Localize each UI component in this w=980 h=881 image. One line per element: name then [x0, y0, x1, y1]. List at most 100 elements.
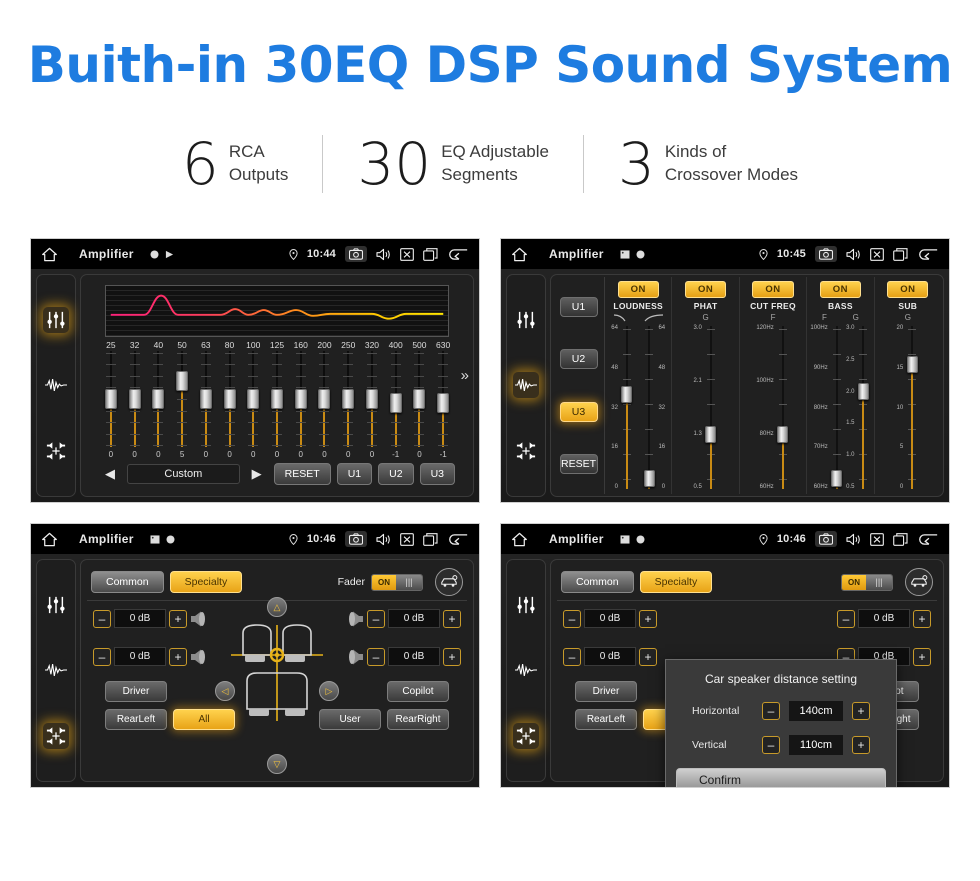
eq-slider-knob[interactable]: [318, 389, 331, 409]
car-settings-icon[interactable]: [435, 568, 463, 596]
sidebar-item-equalizer[interactable]: [513, 307, 539, 333]
close-box-icon[interactable]: [400, 532, 414, 546]
sidebar-item-balance[interactable]: [513, 438, 539, 464]
eq-slider[interactable]: [123, 351, 147, 447]
dsp-slider-bar[interactable]: [830, 324, 844, 491]
eq-slider-knob[interactable]: [365, 389, 378, 409]
preset-u3-button[interactable]: U3: [559, 401, 598, 422]
preset-u3-button[interactable]: U3: [419, 463, 455, 485]
position-driver-button[interactable]: Driver: [105, 681, 167, 702]
eq-slider-knob[interactable]: [342, 389, 355, 409]
sidebar-item-balance[interactable]: [513, 723, 539, 750]
eq-slider-knob[interactable]: [176, 371, 189, 391]
dsp-slider-knob[interactable]: [777, 426, 789, 444]
dsp-slider-knob[interactable]: [857, 382, 869, 400]
seat-diagram[interactable]: [225, 619, 329, 727]
dsp-slider-bar[interactable]: [776, 324, 790, 491]
position-all-button[interactable]: All: [173, 709, 235, 730]
dsp-slider-bar[interactable]: [905, 324, 919, 491]
close-box-icon[interactable]: [870, 247, 884, 261]
db-minus-button[interactable]: –: [367, 609, 385, 628]
eq-slider-knob[interactable]: [223, 389, 236, 409]
nav-up-button[interactable]: △: [267, 597, 287, 617]
home-icon[interactable]: [511, 247, 531, 262]
sidebar-item-equalizer[interactable]: [513, 592, 539, 618]
db-minus-button[interactable]: –: [367, 647, 385, 666]
position-copilot-button[interactable]: Copilot: [387, 681, 449, 702]
dsp-slider[interactable]: 100Hz 90Hz 80Hz 70Hz 60Hz: [810, 324, 843, 491]
db-minus-button[interactable]: –: [837, 609, 855, 628]
eq-slider[interactable]: [265, 351, 289, 447]
db-plus-button[interactable]: +: [913, 609, 931, 628]
nav-left-button[interactable]: ◁: [215, 681, 235, 701]
dsp-slider-bar[interactable]: [620, 324, 634, 491]
dialog-plus-button[interactable]: +: [852, 702, 870, 720]
eq-slider-knob[interactable]: [413, 389, 426, 409]
eq-slider[interactable]: [241, 351, 265, 447]
close-box-icon[interactable]: [870, 532, 884, 546]
db-minus-button[interactable]: –: [93, 647, 111, 666]
eq-slider[interactable]: [289, 351, 313, 447]
reset-button[interactable]: RESET: [273, 463, 331, 485]
sidebar-item-waveform[interactable]: [513, 657, 539, 683]
dialog-confirm-button[interactable]: Confirm: [676, 768, 886, 787]
fader-toggle[interactable]: ON |||: [841, 573, 893, 591]
chevron-double-right-icon[interactable]: »: [461, 367, 469, 384]
dsp-slider-knob[interactable]: [643, 469, 655, 487]
position-driver-button[interactable]: Driver: [575, 681, 637, 702]
db-minus-button[interactable]: –: [563, 609, 581, 628]
toggle-loudness[interactable]: ON: [617, 281, 659, 298]
db-minus-button[interactable]: –: [93, 609, 111, 628]
db-plus-button[interactable]: +: [169, 609, 187, 628]
toggle-cut-freq[interactable]: ON: [752, 281, 794, 298]
eq-slider[interactable]: [218, 351, 242, 447]
eq-slider-knob[interactable]: [271, 389, 283, 409]
home-icon[interactable]: [41, 247, 61, 262]
db-plus-button[interactable]: +: [169, 647, 187, 666]
eq-slider[interactable]: [170, 351, 194, 447]
dsp-slider[interactable]: 120Hz 100Hz 80Hz 60Hz: [756, 324, 789, 491]
db-plus-button[interactable]: +: [443, 647, 461, 666]
position-user-button[interactable]: User: [319, 709, 381, 730]
reset-button[interactable]: RESET: [559, 453, 598, 474]
preset-u2-button[interactable]: U2: [378, 463, 414, 485]
dsp-slider-bar[interactable]: [642, 324, 656, 491]
preset-name[interactable]: Custom: [127, 464, 240, 484]
eq-slider-knob[interactable]: [437, 392, 450, 413]
dsp-slider[interactable]: 20 15 10 5 0: [896, 324, 919, 491]
eq-slider[interactable]: [384, 351, 408, 447]
eq-slider[interactable]: [194, 351, 218, 447]
dsp-slider-knob[interactable]: [705, 426, 717, 444]
eq-slider-knob[interactable]: [152, 389, 165, 409]
recents-icon[interactable]: [893, 247, 908, 261]
home-icon[interactable]: [511, 532, 531, 547]
dialog-plus-button[interactable]: +: [852, 736, 870, 754]
db-plus-button[interactable]: +: [639, 647, 657, 666]
db-plus-button[interactable]: +: [443, 609, 461, 628]
db-plus-button[interactable]: +: [639, 609, 657, 628]
dsp-slider-bar[interactable]: [856, 324, 870, 491]
eq-slider-knob[interactable]: [104, 389, 117, 409]
dsp-slider[interactable]: 3.0 2.1 1.3 0.5: [693, 324, 717, 491]
sidebar-item-balance[interactable]: [43, 723, 69, 750]
sidebar-item-waveform[interactable]: [43, 657, 69, 683]
back-arrow-icon[interactable]: [917, 248, 939, 261]
camera-icon[interactable]: [815, 246, 837, 262]
preset-u2-button[interactable]: U2: [559, 349, 598, 370]
volume-icon[interactable]: [376, 248, 391, 261]
eq-slider[interactable]: [360, 351, 384, 447]
eq-slider-knob[interactable]: [128, 389, 141, 409]
preset-prev-button[interactable]: ◀: [99, 466, 121, 482]
tab-specialty[interactable]: Specialty: [169, 571, 243, 593]
sidebar-item-equalizer[interactable]: [43, 306, 69, 333]
tab-specialty[interactable]: Specialty: [639, 571, 713, 593]
sidebar-item-waveform[interactable]: [513, 372, 539, 399]
dsp-slider-bar[interactable]: [704, 324, 718, 491]
db-minus-button[interactable]: –: [563, 647, 581, 666]
back-arrow-icon[interactable]: [447, 533, 469, 546]
eq-slider[interactable]: [146, 351, 170, 447]
sidebar-item-balance[interactable]: [43, 438, 69, 464]
sidebar-item-waveform[interactable]: [43, 372, 69, 398]
recents-icon[interactable]: [893, 532, 908, 546]
dsp-slider[interactable]: 64 48 32 16 0: [611, 324, 634, 491]
